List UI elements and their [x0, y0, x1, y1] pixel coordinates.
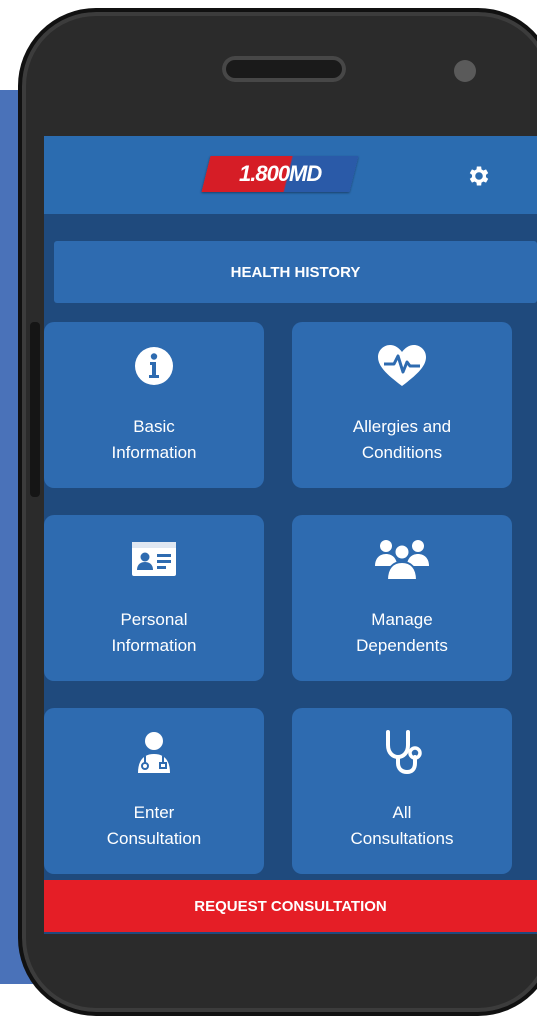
side-button: [30, 322, 40, 497]
id-card-icon: [44, 537, 264, 581]
tile-label: Personal Information: [111, 610, 197, 655]
tile-label: Basic Information: [111, 417, 197, 462]
logo-text: 1.800MD: [238, 161, 322, 186]
tile-label: Enter Consultation: [106, 803, 202, 848]
stethoscope-icon: [292, 730, 512, 775]
tile-label: Manage Dependents: [356, 610, 448, 655]
info-icon: [44, 344, 264, 388]
tile-enter-consultation[interactable]: Enter Consultation: [44, 708, 264, 874]
heart-pulse-icon: [292, 344, 512, 388]
top-bar: 1.800MD: [44, 136, 537, 214]
brand-logo: 1.800MD: [201, 156, 359, 192]
tile-manage-dependents[interactable]: Manage Dependents: [292, 515, 512, 681]
section-title: HEALTH HISTORY: [230, 263, 361, 281]
users-group-icon: [292, 537, 512, 581]
tile-basic-information[interactable]: Basic Information: [44, 322, 264, 488]
tile-all-consultations[interactable]: All Consultations: [292, 708, 512, 874]
tile-label: All Consultations: [350, 803, 454, 848]
tile-allergies-conditions[interactable]: Allergies and Conditions: [292, 322, 512, 488]
front-camera: [454, 60, 476, 82]
gear-icon[interactable]: [466, 163, 492, 189]
request-consultation-label: REQUEST CONSULTATION: [194, 897, 387, 915]
tile-label: Allergies and Conditions: [352, 417, 452, 462]
app-screen: 1.800MD HEALTH HISTORY Basic Information: [44, 136, 537, 934]
speaker-grille: [222, 56, 346, 82]
health-history-header[interactable]: HEALTH HISTORY: [54, 241, 537, 303]
doctor-icon: [44, 730, 264, 774]
tile-personal-information[interactable]: Personal Information: [44, 515, 264, 681]
request-consultation-button[interactable]: REQUEST CONSULTATION: [44, 880, 537, 932]
